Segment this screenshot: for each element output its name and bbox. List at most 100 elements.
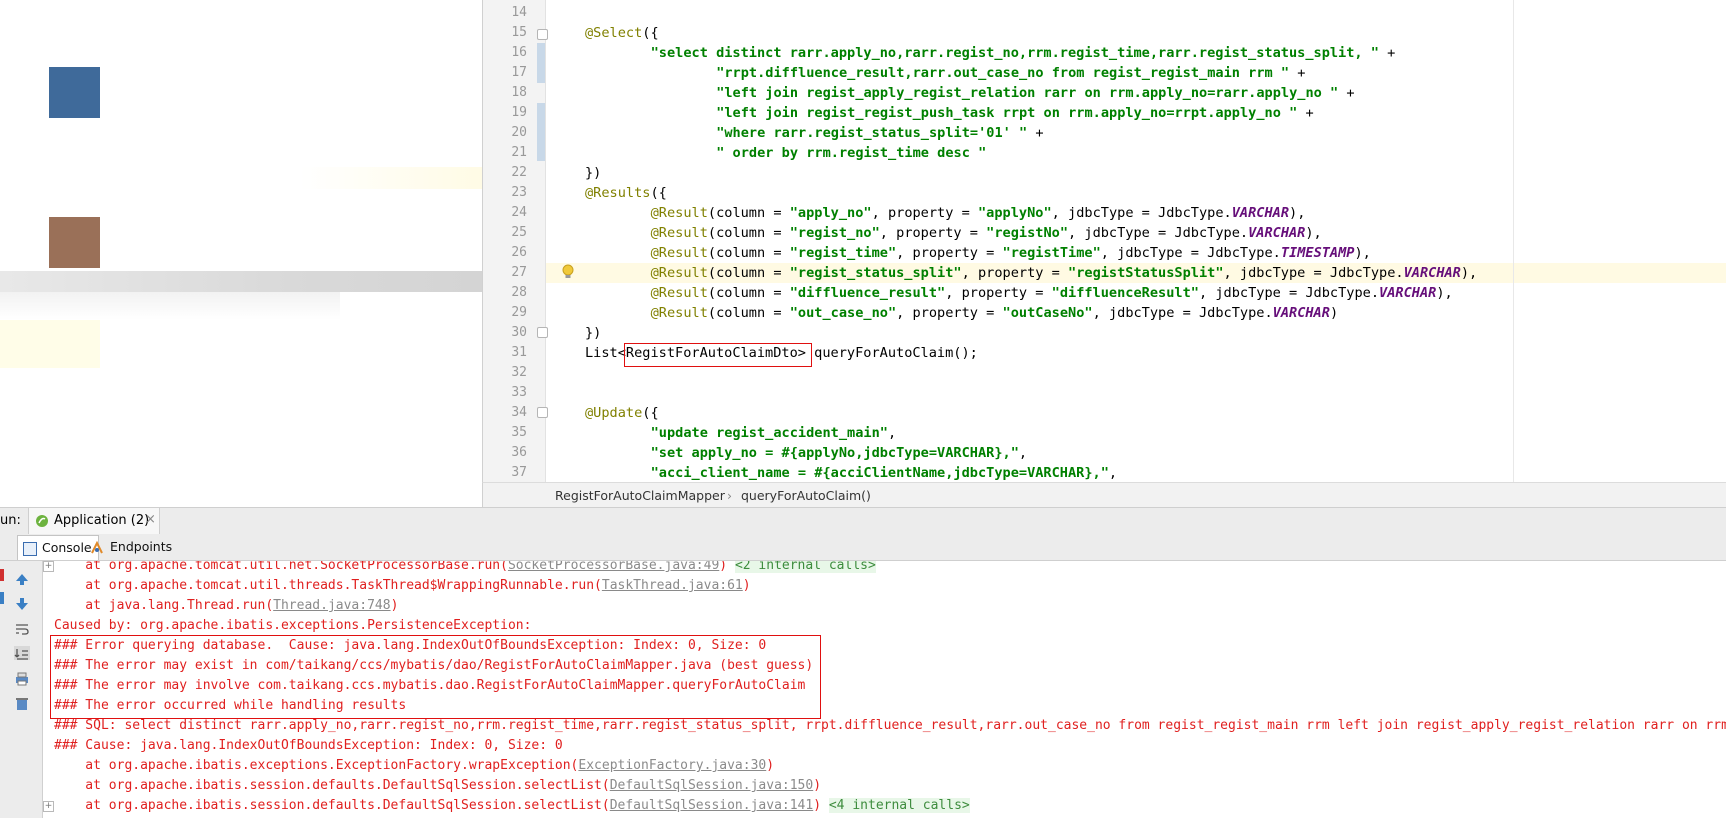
console-icon — [23, 542, 37, 556]
expand-icon[interactable]: + — [43, 801, 54, 812]
blurred-shadow-strip — [0, 292, 340, 320]
code-token: "applyNo" — [977, 205, 1052, 221]
console-text: ) — [813, 778, 822, 793]
blurred-yellow-block — [0, 320, 100, 368]
line-number: 32 — [511, 365, 527, 380]
trash-icon[interactable] — [14, 696, 30, 710]
console-line: at java.lang.Thread.run(Thread.java:748) — [54, 596, 398, 616]
code-token: "registTime" — [1002, 245, 1101, 261]
line-number: 17 — [511, 65, 527, 80]
scroll-to-end-icon[interactable] — [14, 646, 30, 660]
code-line: @Result(column = "regist_time", property… — [651, 243, 1371, 263]
code-token: , jdbcType = JdbcType. — [1223, 265, 1404, 281]
code-line: "left join regist_regist_push_task rrpt … — [716, 103, 1313, 123]
side-marker-red — [0, 569, 4, 581]
tab-console-label: Console — [42, 540, 92, 555]
line-number: 21 — [511, 145, 527, 160]
stack-trace-link[interactable]: TaskThread.java:61 — [602, 578, 743, 593]
code-token: + — [1338, 85, 1355, 101]
spring-boot-icon — [35, 514, 49, 528]
console-text: ) — [766, 758, 775, 773]
code-token: , property = — [945, 285, 1052, 301]
console-line: at org.apache.ibatis.session.defaults.De… — [54, 796, 970, 816]
code-token: , property = — [879, 225, 987, 241]
arrow-up-icon[interactable] — [14, 571, 30, 585]
code-token: "rrpt.diffluence_result,rarr.out_case_no… — [716, 65, 1290, 81]
code-line: @Select({ — [585, 23, 659, 43]
lightbulb-icon[interactable] — [561, 263, 575, 281]
console-tab-bar: Console Endpoints — [0, 534, 1726, 561]
console-line: at org.apache.ibatis.exceptions.Exceptio… — [54, 756, 774, 776]
console-text: Caused by: org.apache.ibatis.exceptions.… — [54, 618, 532, 633]
print-icon[interactable] — [14, 671, 30, 686]
code-line: @Result(column = "apply_no", property = … — [651, 203, 1306, 223]
code-token: "apply_no" — [789, 205, 872, 221]
soft-wrap-icon[interactable] — [14, 621, 30, 635]
console-text: ) — [742, 578, 751, 593]
right-margin-guide — [1513, 0, 1514, 482]
code-token: @Results — [585, 185, 651, 201]
run-toolbar: un: Application (2) × — [0, 507, 1726, 535]
code-token: @Result — [650, 285, 708, 301]
console-output[interactable]: at org.apache.tomcat.util.net.SocketProc… — [43, 561, 1726, 818]
code-token: , jdbcType = JdbcType. — [1198, 285, 1380, 301]
line-number: 22 — [511, 165, 527, 180]
stack-trace-link[interactable]: DefaultSqlSession.java:141 — [610, 798, 814, 813]
console-text: ### Cause: java.lang.IndexOutOfBoundsExc… — [54, 738, 563, 753]
code-token: + — [1378, 45, 1396, 61]
console-side-toolbar — [0, 561, 43, 818]
console-text: ### SQL: select distinct rarr.apply_no,r… — [54, 718, 1726, 733]
breadcrumb-item-class[interactable]: RegistForAutoClaimMapper — [555, 488, 725, 503]
line-number: 37 — [511, 465, 527, 480]
run-tab-application[interactable]: Application (2) × — [28, 508, 160, 534]
code-token: "left join regist_apply_regist_relation … — [716, 85, 1339, 101]
breadcrumb-item-method[interactable]: queryForAutoClaim() — [741, 488, 871, 503]
code-line: }) — [585, 163, 601, 183]
code-token: ), — [1289, 205, 1306, 221]
code-token: , property = — [896, 305, 1003, 321]
console-text: at org.apache.ibatis.exceptions.Exceptio… — [54, 758, 579, 773]
blurred-color-swatch-brown — [49, 217, 100, 268]
code-token: + — [1289, 65, 1306, 81]
expand-icon[interactable]: + — [43, 561, 54, 572]
fold-marker[interactable] — [537, 407, 548, 418]
code-token: (column = — [707, 285, 790, 301]
stack-trace-link[interactable]: DefaultSqlSession.java:150 — [610, 778, 814, 793]
type-highlight-box — [623, 343, 812, 367]
code-token: , jdbcType = JdbcType. — [1100, 245, 1281, 261]
breadcrumb: RegistForAutoClaimMapper › queryForAutoC… — [482, 482, 1726, 508]
stack-trace-link[interactable]: Thread.java:748 — [273, 598, 390, 613]
code-token: @Result — [650, 305, 708, 321]
code-line: " order by rrm.regist_time desc " — [716, 143, 986, 163]
code-token: , property = — [961, 265, 1069, 281]
internal-calls-fold[interactable]: <4 internal calls> — [828, 798, 970, 813]
code-token: "registNo" — [986, 225, 1069, 241]
arrow-down-icon[interactable] — [14, 596, 30, 610]
fold-marker[interactable] — [537, 327, 548, 338]
run-tab-label: Application (2) — [54, 513, 150, 528]
code-token: "regist_time" — [789, 245, 897, 261]
stack-trace-link[interactable]: ExceptionFactory.java:30 — [578, 758, 766, 773]
internal-calls-fold[interactable]: <2 internal calls> — [734, 561, 876, 573]
code-token: @Result — [650, 245, 708, 261]
code-token: }) — [585, 165, 602, 181]
code-line: @Result(column = "regist_no", property =… — [651, 223, 1322, 243]
code-token: ), — [1460, 265, 1478, 281]
code-token: "left join regist_regist_push_task rrpt … — [716, 105, 1298, 121]
stack-trace-link[interactable]: SocketProcessorBase.java:49 — [508, 561, 719, 573]
line-number: 30 — [511, 325, 527, 340]
tab-endpoints[interactable]: Endpoints — [86, 535, 178, 559]
line-number: 34 — [511, 405, 527, 420]
line-number: 14 — [511, 5, 527, 20]
close-icon[interactable]: × — [145, 512, 156, 527]
fold-marker[interactable] — [537, 29, 548, 40]
code-line: "select distinct rarr.apply_no,rarr.regi… — [651, 43, 1396, 63]
console-text: ) — [719, 561, 735, 573]
line-number: 24 — [511, 205, 527, 220]
code-token: "diffluenceResult" — [1051, 285, 1199, 301]
code-token: + — [1297, 105, 1314, 121]
code-token: "out_case_no" — [789, 305, 897, 321]
blurred-color-swatch-blue — [49, 67, 100, 118]
code-editor[interactable]: 14 15 16 17 18 19 20 21 22 23 24 25 26 27 28 29 30 31 32 33… — [482, 0, 1726, 482]
code-line: "update regist_accident_main", — [651, 423, 897, 443]
